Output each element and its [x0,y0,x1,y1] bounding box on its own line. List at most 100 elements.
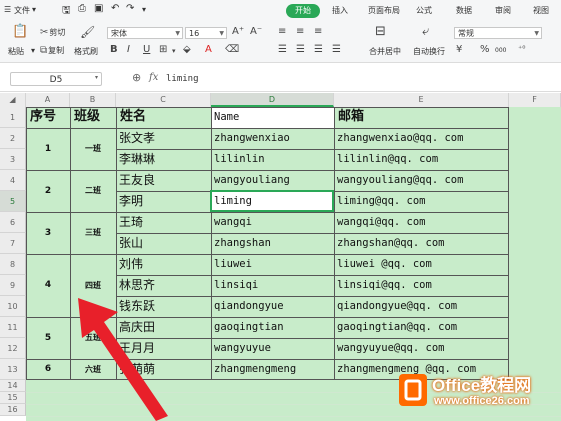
seq-cell[interactable]: 2 [26,170,70,212]
en-cell[interactable]: zhangmengmeng [211,359,334,380]
row-header[interactable]: 9 [0,275,26,296]
header-en[interactable]: Name [211,107,334,128]
en-cell[interactable]: wangyuyue [211,338,334,359]
class-cell[interactable]: 三班 [70,212,116,254]
tab-data[interactable]: 数据 [456,5,472,16]
align-right-icon[interactable]: ☰ [314,44,323,55]
tab-insert[interactable]: 插入 [332,5,348,16]
chevron-down-icon[interactable]: ▾ [142,5,146,14]
merge-icon[interactable]: ⊟ [375,24,386,39]
fx-icon[interactable]: fx [149,72,158,83]
en-cell[interactable]: lilinlin [211,149,334,170]
name-cell[interactable]: 李明 [116,191,211,212]
decimal-icon[interactable]: ⁺⁰ [518,44,525,53]
row-header[interactable]: 7 [0,233,26,254]
tab-view[interactable]: 视图 [533,5,549,16]
name-cell[interactable]: 王友良 [116,170,211,191]
email-cell[interactable]: gaoqingtian@qq. com [334,317,509,338]
en-cell[interactable]: liuwei [211,254,334,275]
row-header[interactable]: 4 [0,170,26,191]
class-cell[interactable]: 一班 [70,128,116,170]
name-cell[interactable]: 张山 [116,233,211,254]
undo-icon[interactable]: ↶ [111,3,119,14]
column-header-c[interactable]: C [116,93,211,107]
font-color-icon[interactable]: A [205,44,212,55]
header-class[interactable]: 班级 [70,107,116,128]
tab-page-layout[interactable]: 页面布局 [368,5,400,16]
formula-input[interactable]: liming [166,72,556,86]
align-bottom-icon[interactable]: ≡ [314,26,322,37]
en-cell[interactable]: qiandongyue [211,296,334,317]
chevron-down-icon[interactable]: ▾ [32,5,36,14]
row-header[interactable]: 14 [0,380,26,392]
border-icon[interactable]: ⊞ [159,44,167,55]
column-header-d[interactable]: D [211,93,334,107]
email-cell[interactable]: wangqi@qq. com [334,212,509,233]
en-cell[interactable]: wangqi [211,212,334,233]
seq-cell[interactable]: 3 [26,212,70,254]
font-size-select[interactable]: 16 ▼ [185,27,227,39]
thousands-button[interactable]: 000 [495,47,506,54]
email-cell[interactable]: wangyuyue@qq. com [334,338,509,359]
preview-icon[interactable]: ▣ [94,3,103,14]
row-header[interactable]: 16 [0,404,26,416]
clear-icon[interactable]: ⌫ [225,44,239,55]
en-cell[interactable]: wangyouliang [211,170,334,191]
justify-icon[interactable]: ☰ [332,44,341,55]
file-menu[interactable]: 文件 [14,5,30,16]
redo-icon[interactable]: ↷ [126,3,134,14]
name-cell[interactable]: 李琳琳 [116,149,211,170]
row-header[interactable]: 13 [0,359,26,380]
paste-icon[interactable]: 📋 [12,24,28,39]
en-cell[interactable]: zhangwenxiao [211,128,334,149]
header-seq[interactable]: 序号 [26,107,70,128]
column-header-a[interactable]: A [26,93,70,107]
number-format-select[interactable]: 常规 ▼ [454,27,542,39]
copy-button[interactable]: ⧉复制 [40,45,64,56]
row-header[interactable]: 11 [0,317,26,338]
en-cell[interactable]: zhangshan [211,233,334,254]
row-header[interactable]: 6 [0,212,26,233]
tab-formula[interactable]: 公式 [416,5,432,16]
row-header[interactable]: 10 [0,296,26,317]
font-shrink-icon[interactable]: A⁻ [250,26,262,37]
chevron-down-icon[interactable]: ▾ [95,74,98,81]
zoom-icon[interactable]: ⊕ [132,71,141,84]
font-name-select[interactable]: 宋体 ▼ [107,27,183,39]
merge-center-button[interactable]: 合并居中 [369,46,401,57]
format-painter-icon[interactable]: 🖌 [80,25,95,39]
column-header-b[interactable]: B [70,93,116,107]
format-painter-button[interactable]: 格式刷 [74,46,98,57]
en-cell[interactable]: gaoqingtian [211,317,334,338]
tab-start[interactable]: 开始 [286,4,320,18]
fill-color-icon[interactable]: ⬙ [183,44,191,55]
email-cell[interactable]: zhangshan@qq. com [334,233,509,254]
row-header[interactable]: 3 [0,149,26,170]
column-header-f[interactable]: F [509,93,561,107]
name-cell[interactable]: 刘伟 [116,254,211,275]
hamburger-icon[interactable]: ☰ [4,5,11,14]
name-cell[interactable]: 王琦 [116,212,211,233]
email-cell[interactable]: lilinlin@qq. com [334,149,509,170]
seq-cell[interactable]: 1 [26,128,70,170]
align-left-icon[interactable]: ☰ [278,44,287,55]
column-header-e[interactable]: E [334,93,509,107]
select-all-corner[interactable]: ◢ [0,93,26,107]
row-header[interactable]: 5 [0,191,26,212]
email-cell[interactable]: liuwei @qq. com [334,254,509,275]
email-cell[interactable]: zhangwenxiao@qq. com [334,128,509,149]
email-cell[interactable]: qiandongyue@qq. com [334,296,509,317]
chevron-down-icon[interactable]: ▾ [172,47,176,55]
name-cell[interactable]: 张文孝 [116,128,211,149]
en-cell[interactable]: linsiqi [211,275,334,296]
row-header[interactable]: 12 [0,338,26,359]
row-header[interactable]: 15 [0,392,26,404]
bold-icon[interactable]: B [110,44,118,55]
align-top-icon[interactable]: ≡ [278,26,286,37]
wrap-text-button[interactable]: 自动换行 [413,46,445,57]
percent-button[interactable]: % [480,44,490,55]
row-header[interactable]: 2 [0,128,26,149]
save-icon[interactable]: 🖫 [62,3,71,20]
class-cell[interactable]: 二班 [70,170,116,212]
tab-review[interactable]: 审阅 [495,5,511,16]
